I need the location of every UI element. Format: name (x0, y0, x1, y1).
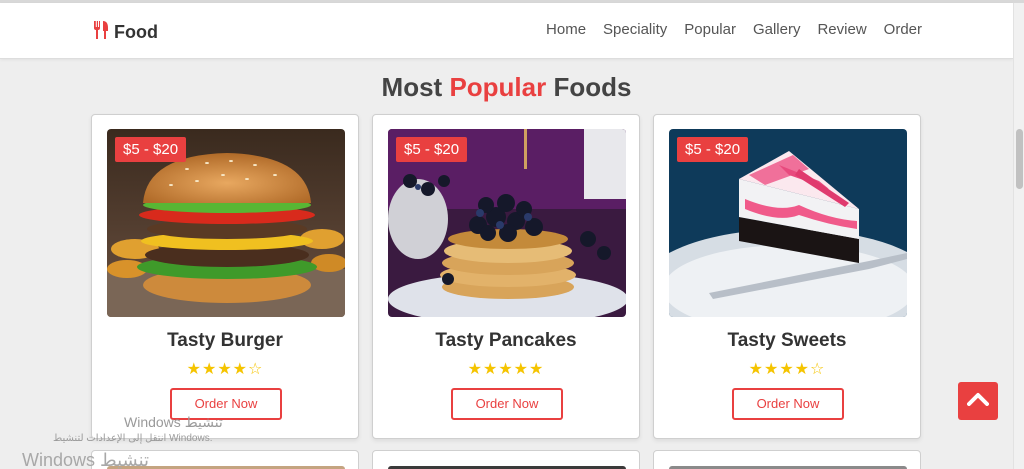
title-accent: Popular (449, 72, 547, 102)
nav-link-review[interactable]: Review (817, 21, 866, 38)
order-now-button[interactable]: Order Now (451, 388, 563, 420)
nav-menu: Home Speciality Popular Gallery Review O… (546, 21, 922, 38)
navbar: Food Home Speciality Popular Gallery Rev… (0, 3, 1013, 59)
order-now-button[interactable]: Order Now (732, 388, 844, 420)
price-badge: $5 - $20 (396, 137, 468, 162)
nav-link-speciality[interactable]: Speciality (603, 21, 667, 38)
section-title: Most Popular Foods (0, 72, 1013, 103)
food-card-next (372, 450, 640, 469)
nav-link-order[interactable]: Order (884, 21, 922, 38)
brand-name: Food (114, 22, 158, 42)
food-card-pancakes: $5 - $20 Tasty Pancakes ★★★★★ Order Now (372, 114, 640, 439)
food-card-next (653, 450, 921, 469)
price-badge: $5 - $20 (115, 137, 187, 162)
activation-watermark-hint: انتقل إلى الإعدادات لتنشيط Windows. (53, 433, 213, 444)
card-title: Tasty Burger (167, 330, 283, 351)
card-title: Tasty Sweets (727, 330, 847, 351)
nav-link-popular[interactable]: Popular (684, 21, 736, 38)
activation-watermark-title: Windows تنشيط (124, 414, 223, 430)
nav-link-home[interactable]: Home (546, 21, 586, 38)
activation-watermark-large: Windows تنشيط (22, 450, 150, 469)
chevron-up-icon (967, 392, 989, 411)
scroll-to-top-button[interactable] (958, 382, 998, 420)
brand-logo[interactable]: Food (92, 20, 158, 45)
rating-stars: ★★★★☆ (748, 361, 826, 378)
rating-stars: ★★★★★ (467, 361, 545, 378)
page-scrollbar[interactable] (1013, 3, 1024, 469)
burger-image: $5 - $20 (107, 129, 345, 317)
pancakes-image: $5 - $20 (388, 129, 626, 317)
title-suffix: Foods (546, 72, 632, 102)
food-card-sweets: $5 - $20 Tasty Sweets ★★★★☆ Order Now (653, 114, 921, 439)
card-title: Tasty Pancakes (435, 330, 577, 351)
rating-stars: ★★★★☆ (186, 361, 264, 378)
price-badge: $5 - $20 (677, 137, 749, 162)
food-card-burger: $5 - $20 Tasty Burger ★★★★☆ Order Now (91, 114, 359, 439)
nav-link-gallery[interactable]: Gallery (753, 21, 801, 38)
title-prefix: Most (381, 72, 450, 102)
cake-image: $5 - $20 (669, 129, 907, 317)
scrollbar-thumb[interactable] (1016, 129, 1023, 189)
utensils-icon (92, 20, 110, 45)
